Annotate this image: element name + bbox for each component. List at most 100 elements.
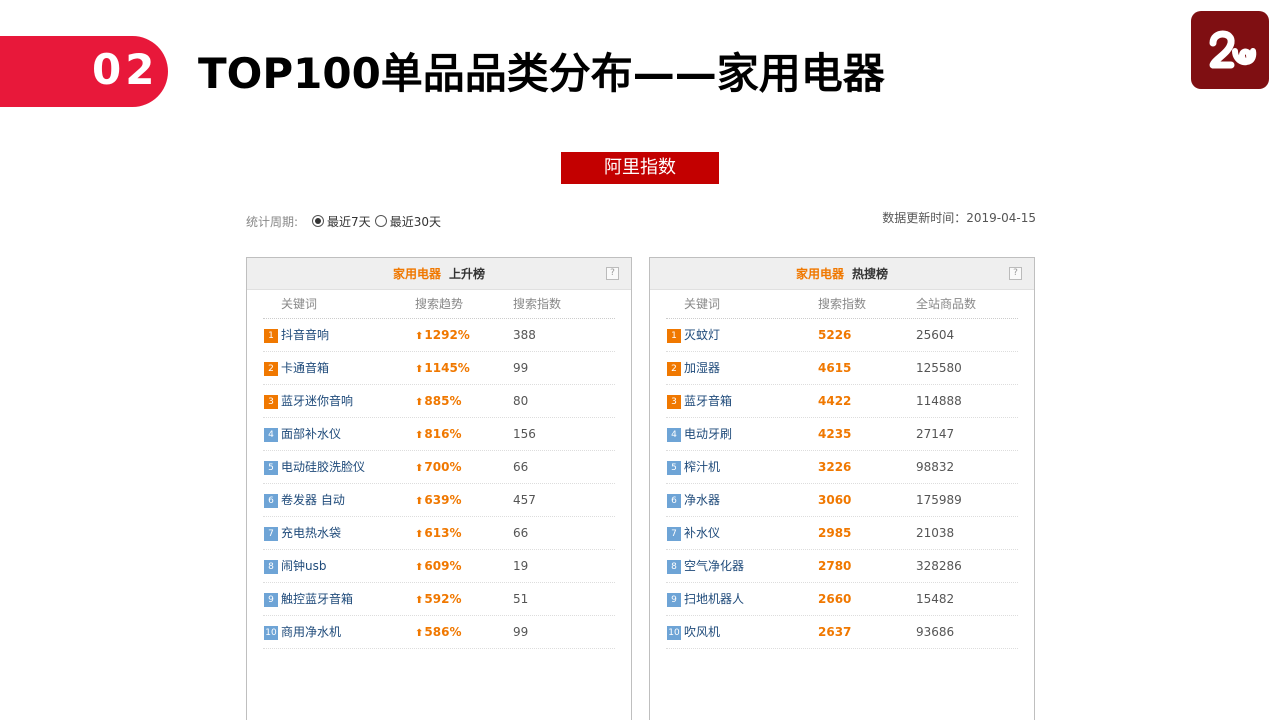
panel-category[interactable]: 家用电器: [796, 267, 844, 281]
search-index: 19: [513, 559, 529, 573]
search-index: 80: [513, 394, 529, 408]
search-index: 2637: [818, 625, 852, 639]
trend-percent: 1292%: [424, 328, 470, 342]
product-count: 98832: [916, 460, 955, 474]
trend-value: ⬆700%: [415, 451, 461, 485]
column-header: 全站商品数: [916, 297, 977, 311]
arrow-up-icon: ⬆: [415, 562, 424, 573]
keyword-link[interactable]: 充电热水袋: [281, 517, 341, 550]
keyword-link[interactable]: 抖音音响: [281, 319, 329, 352]
keyword-link[interactable]: 触控蓝牙音箱: [281, 583, 353, 616]
help-icon[interactable]: ?: [1009, 267, 1022, 280]
keyword-link[interactable]: 电动牙刷: [684, 418, 732, 451]
search-index: 3226: [818, 460, 852, 474]
trend-value: ⬆1292%: [415, 319, 470, 353]
trend-percent: 613%: [424, 526, 462, 540]
search-index: 66: [513, 526, 529, 540]
update-time: 数据更新时间：2019-04-15: [882, 211, 1036, 225]
arrow-up-icon: ⬆: [415, 463, 424, 474]
trend-value: ⬆639%: [415, 484, 461, 518]
rank-badge: 4: [264, 428, 278, 442]
search-index: 99: [513, 361, 529, 375]
rank-badge: 1: [667, 329, 681, 343]
keyword-link[interactable]: 净水器: [684, 484, 720, 517]
rank-badge: 2: [264, 362, 278, 376]
arrow-up-icon: ⬆: [415, 529, 424, 540]
search-index: 156: [513, 427, 536, 441]
trend-value: ⬆586%: [415, 616, 461, 650]
trend-percent: 586%: [424, 625, 462, 639]
brand-logo: [1191, 11, 1269, 89]
rank-badge: 10: [667, 626, 681, 640]
keyword-link[interactable]: 吹风机: [684, 616, 720, 649]
panel-category[interactable]: 家用电器: [393, 267, 441, 281]
keyword-link[interactable]: 电动硅胶洗脸仪: [281, 451, 365, 484]
table-row: 2 卡通音箱 ⬆1145% 99: [263, 352, 615, 385]
rank-badge: 8: [264, 560, 278, 574]
keyword-link[interactable]: 加湿器: [684, 352, 720, 385]
table-row: 5 榨汁机 3226 98832: [666, 451, 1018, 484]
panel-header: 家用电器 上升榜 ?: [247, 258, 631, 290]
arrow-up-icon: ⬆: [415, 496, 424, 507]
table-row: 8 空气净化器 2780 328286: [666, 550, 1018, 583]
keyword-link[interactable]: 蓝牙迷你音响: [281, 385, 353, 418]
table-row: 8 闹钟usb ⬆609% 19: [263, 550, 615, 583]
period-option-label: 最近30天: [389, 214, 441, 229]
table-row: 2 加湿器 4615 125580: [666, 352, 1018, 385]
radio-checked-icon[interactable]: [312, 215, 325, 227]
keyword-link[interactable]: 蓝牙音箱: [684, 385, 732, 418]
period-option-30d[interactable]: 最近30天: [374, 213, 441, 230]
keyword-link[interactable]: 面部补水仪: [281, 418, 341, 451]
keyword-link[interactable]: 补水仪: [684, 517, 720, 550]
trend-percent: 609%: [424, 559, 462, 573]
arrow-up-icon: ⬆: [415, 397, 424, 408]
search-index: 51: [513, 592, 529, 606]
product-count: 21038: [916, 526, 955, 540]
trend-percent: 1145%: [424, 361, 470, 375]
period-label: 统计周期:: [246, 214, 299, 229]
keyword-link[interactable]: 商用净水机: [281, 616, 341, 649]
column-headers: 关键词 搜索趋势 搜索指数: [263, 290, 615, 319]
product-count: 328286: [916, 559, 962, 573]
trend-value: ⬆592%: [415, 583, 461, 617]
keyword-link[interactable]: 灭蚊灯: [684, 319, 720, 352]
table-row: 6 卷发器 自动 ⬆639% 457: [263, 484, 615, 517]
trend-percent: 639%: [424, 493, 462, 507]
table-row: 7 补水仪 2985 21038: [666, 517, 1018, 550]
arrow-up-icon: ⬆: [415, 331, 424, 342]
help-icon[interactable]: ?: [606, 267, 619, 280]
period-option-label: 最近7天: [327, 214, 371, 229]
table-row: 10 商用净水机 ⬆586% 99: [263, 616, 615, 649]
search-index: 3060: [818, 493, 852, 507]
search-index: 457: [513, 493, 536, 507]
panel-kind: 上升榜: [449, 267, 486, 281]
rank-badge: 10: [264, 626, 278, 640]
table-row: 9 扫地机器人 2660 15482: [666, 583, 1018, 616]
table-row: 1 抖音音响 ⬆1292% 388: [263, 319, 615, 352]
keyword-link[interactable]: 卡通音箱: [281, 352, 329, 385]
product-count: 15482: [916, 592, 955, 606]
keyword-link[interactable]: 空气净化器: [684, 550, 744, 583]
column-header: 关键词: [281, 297, 318, 311]
panel-kind: 热搜榜: [852, 267, 889, 281]
trend-value: ⬆885%: [415, 385, 461, 419]
column-headers: 关键词 搜索指数 全站商品数: [666, 290, 1018, 319]
rising-panel: 家用电器 上升榜 ? 关键词 搜索趋势 搜索指数 1 抖音音响 ⬆1292% 388 2 卡…: [246, 257, 632, 720]
keyword-link[interactable]: 卷发器 自动: [281, 484, 345, 517]
radio-unchecked-icon[interactable]: [374, 215, 387, 227]
logo-icon: [1209, 30, 1257, 69]
keyword-link[interactable]: 闹钟usb: [281, 550, 326, 583]
period-filter: 统计周期: 最近7天 最近30天: [246, 211, 445, 231]
search-index: 99: [513, 625, 529, 639]
trend-percent: 700%: [424, 460, 462, 474]
table-row: 4 电动牙刷 4235 27147: [666, 418, 1018, 451]
product-count: 93686: [916, 625, 955, 639]
panel-header: 家用电器 热搜榜 ?: [650, 258, 1034, 290]
rank-badge: 1: [264, 329, 278, 343]
keyword-link[interactable]: 扫地机器人: [684, 583, 744, 616]
keyword-link[interactable]: 榨汁机: [684, 451, 720, 484]
trend-percent: 592%: [424, 592, 462, 606]
search-index: 5226: [818, 328, 852, 342]
period-option-7d[interactable]: 最近7天: [312, 213, 371, 230]
product-count: 25604: [916, 328, 955, 342]
